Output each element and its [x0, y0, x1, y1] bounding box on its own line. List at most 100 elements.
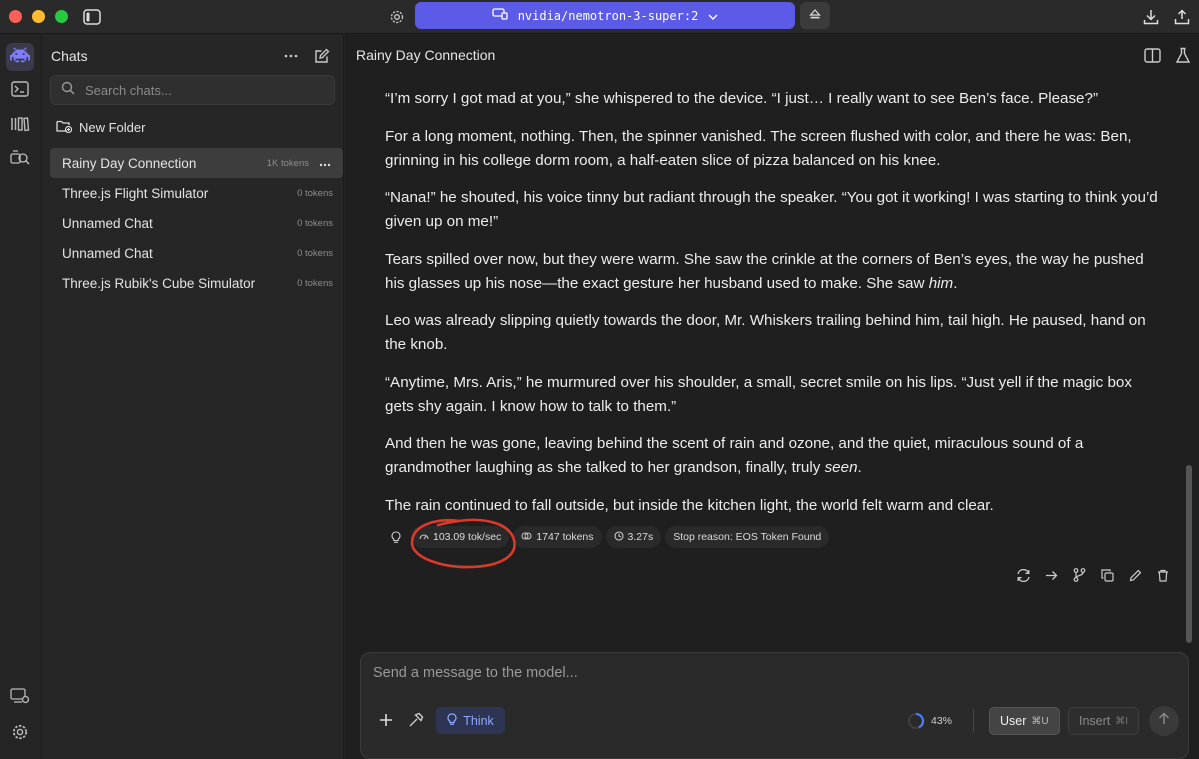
- send-button[interactable]: [1149, 706, 1179, 736]
- chat-item-unnamed-2[interactable]: Unnamed Chat 0 tokens: [50, 238, 343, 268]
- model-name: nvidia/nemotron-3-super:2: [517, 8, 699, 23]
- red-annotation-circle: [410, 518, 516, 569]
- chat-item-flight-simulator[interactable]: Three.js Flight Simulator 0 tokens: [50, 178, 343, 208]
- regenerate-icon[interactable]: [1015, 567, 1031, 583]
- continue-arrow-icon[interactable]: [1043, 567, 1059, 583]
- chat-title: Three.js Flight Simulator: [62, 185, 209, 201]
- rail-developer-button[interactable]: [6, 684, 34, 712]
- settings-gear-icon[interactable]: [387, 7, 407, 27]
- tools-hammer-icon[interactable]: [407, 711, 425, 729]
- chat-token-count: 0 tokens: [297, 187, 333, 199]
- model-chip-icon: [492, 8, 508, 23]
- stop-reason-stat: Stop reason: EOS Token Found: [665, 526, 830, 548]
- chat-title-header: Rainy Day Connection: [356, 47, 496, 63]
- rail-settings-button[interactable]: [6, 720, 34, 748]
- chat-token-count: 1K tokens: [266, 157, 309, 169]
- download-icon[interactable]: [1141, 7, 1161, 27]
- time-value: 3.27s: [627, 531, 654, 543]
- chat-item-rubiks-cube[interactable]: Three.js Rubik's Cube Simulator 0 tokens: [50, 268, 343, 298]
- chat-list: Rainy Day Connection 1K tokens Three.js …: [50, 148, 343, 298]
- insert-shortcut: ⌘I: [1115, 715, 1129, 727]
- rail-discover-button[interactable]: [6, 146, 34, 174]
- rail-chat-button[interactable]: [6, 43, 34, 71]
- more-options-icon[interactable]: [282, 47, 300, 65]
- token-count-value: 1747 tokens: [536, 531, 594, 543]
- user-role-button[interactable]: User ⌘U: [989, 707, 1060, 735]
- title-bar: nvidia/nemotron-3-super:2: [0, 0, 1199, 34]
- message-actions: [1015, 567, 1171, 583]
- message-paragraph: And then he was gone, leaving behind the…: [385, 435, 1084, 476]
- message-paragraph: “Anytime, Mrs. Aris,” he murmured over h…: [385, 373, 1132, 415]
- message-input[interactable]: [373, 665, 1173, 689]
- chat-token-count: 0 tokens: [297, 277, 333, 289]
- flask-icon[interactable]: [1174, 46, 1192, 64]
- terminal-icon: [11, 80, 29, 102]
- message-paragraph: For a long moment, nothing. Then, the sp…: [385, 127, 1132, 169]
- export-icon[interactable]: [1172, 7, 1192, 27]
- chat-item-unnamed-1[interactable]: Unnamed Chat 0 tokens: [50, 208, 343, 238]
- chat-token-count: 0 tokens: [297, 247, 333, 259]
- sidebar-title: Chats: [51, 48, 88, 64]
- minimize-window-button[interactable]: [32, 10, 45, 23]
- lightbulb-icon[interactable]: [385, 526, 407, 548]
- split-view-icon[interactable]: [1143, 46, 1161, 64]
- think-label: Think: [463, 713, 494, 728]
- paragraph-text: Tears spilled over now, but they were wa…: [385, 250, 1144, 292]
- message-paragraph: The rain continued to fall outside, but …: [385, 496, 994, 514]
- new-folder-button[interactable]: New Folder: [56, 119, 145, 136]
- search-input[interactable]: [85, 82, 315, 98]
- new-folder-label: New Folder: [79, 120, 146, 135]
- maximize-window-button[interactable]: [55, 10, 68, 23]
- chat-main: Rainy Day Connection “I’m sorry I got ma…: [345, 35, 1199, 759]
- scrollbar-thumb[interactable]: [1186, 465, 1192, 643]
- eject-model-button[interactable]: [800, 2, 830, 29]
- coins-icon: [521, 531, 532, 543]
- emphasis-text: him: [928, 274, 954, 292]
- new-chat-icon[interactable]: [313, 47, 331, 65]
- time-stat: 3.27s: [605, 526, 662, 548]
- think-toggle-button[interactable]: Think: [436, 707, 505, 734]
- close-window-button[interactable]: [9, 10, 22, 23]
- insert-label: Insert: [1079, 714, 1111, 728]
- developer-icon: [10, 687, 30, 709]
- add-attachment-icon[interactable]: [377, 711, 395, 729]
- chat-more-icon[interactable]: [319, 156, 333, 170]
- branch-icon[interactable]: [1071, 567, 1087, 583]
- chevron-down-icon: [708, 9, 718, 23]
- search-chats-field[interactable]: [50, 75, 335, 105]
- edit-pencil-icon[interactable]: [1127, 567, 1143, 583]
- chat-title: Unnamed Chat: [62, 215, 153, 231]
- trash-icon[interactable]: [1155, 567, 1171, 583]
- user-shortcut: ⌘U: [1031, 715, 1049, 727]
- sidebar-toggle-icon[interactable]: [82, 7, 102, 27]
- rail-terminal-button[interactable]: [6, 77, 34, 105]
- paragraph-text: And then he was gone, leaving behind the…: [385, 435, 1084, 476]
- chat-token-count: 0 tokens: [297, 217, 333, 229]
- chats-sidebar: Chats New Folder Rainy Day Connection 1K…: [42, 35, 344, 759]
- insert-button[interactable]: Insert ⌘I: [1068, 707, 1140, 735]
- context-usage-indicator[interactable]: 43%: [907, 712, 952, 730]
- lightbulb-icon: [447, 712, 457, 729]
- space-invader-icon: [10, 47, 30, 68]
- search-icon: [61, 81, 75, 100]
- activity-rail: [0, 35, 42, 759]
- chat-item-rainy-day-connection[interactable]: Rainy Day Connection 1K tokens: [50, 148, 343, 178]
- model-selector[interactable]: nvidia/nemotron-3-super:2: [415, 2, 795, 29]
- rail-library-button[interactable]: [6, 112, 34, 140]
- gear-icon: [11, 723, 29, 746]
- user-label: User: [1000, 714, 1027, 728]
- clock-icon: [613, 530, 624, 544]
- message-paragraph: “I’m sorry I got mad at you,” she whispe…: [385, 90, 1099, 107]
- arrow-up-icon: [1158, 712, 1170, 730]
- token-count-stat: 1747 tokens: [513, 526, 602, 548]
- folder-plus-icon: [56, 119, 73, 136]
- search-models-icon: [10, 149, 30, 172]
- message-paragraph: Leo was already slipping quietly towards…: [385, 312, 1146, 353]
- stop-reason-value: Stop reason: EOS Token Found: [673, 531, 822, 543]
- context-progress-ring: [907, 712, 925, 730]
- copy-icon[interactable]: [1099, 567, 1115, 583]
- eject-icon: [809, 7, 821, 25]
- assistant-message: “I’m sorry I got mad at you,” she whispe…: [385, 87, 1160, 531]
- emphasis-text: seen: [824, 459, 858, 476]
- chat-title: Three.js Rubik's Cube Simulator: [62, 275, 256, 291]
